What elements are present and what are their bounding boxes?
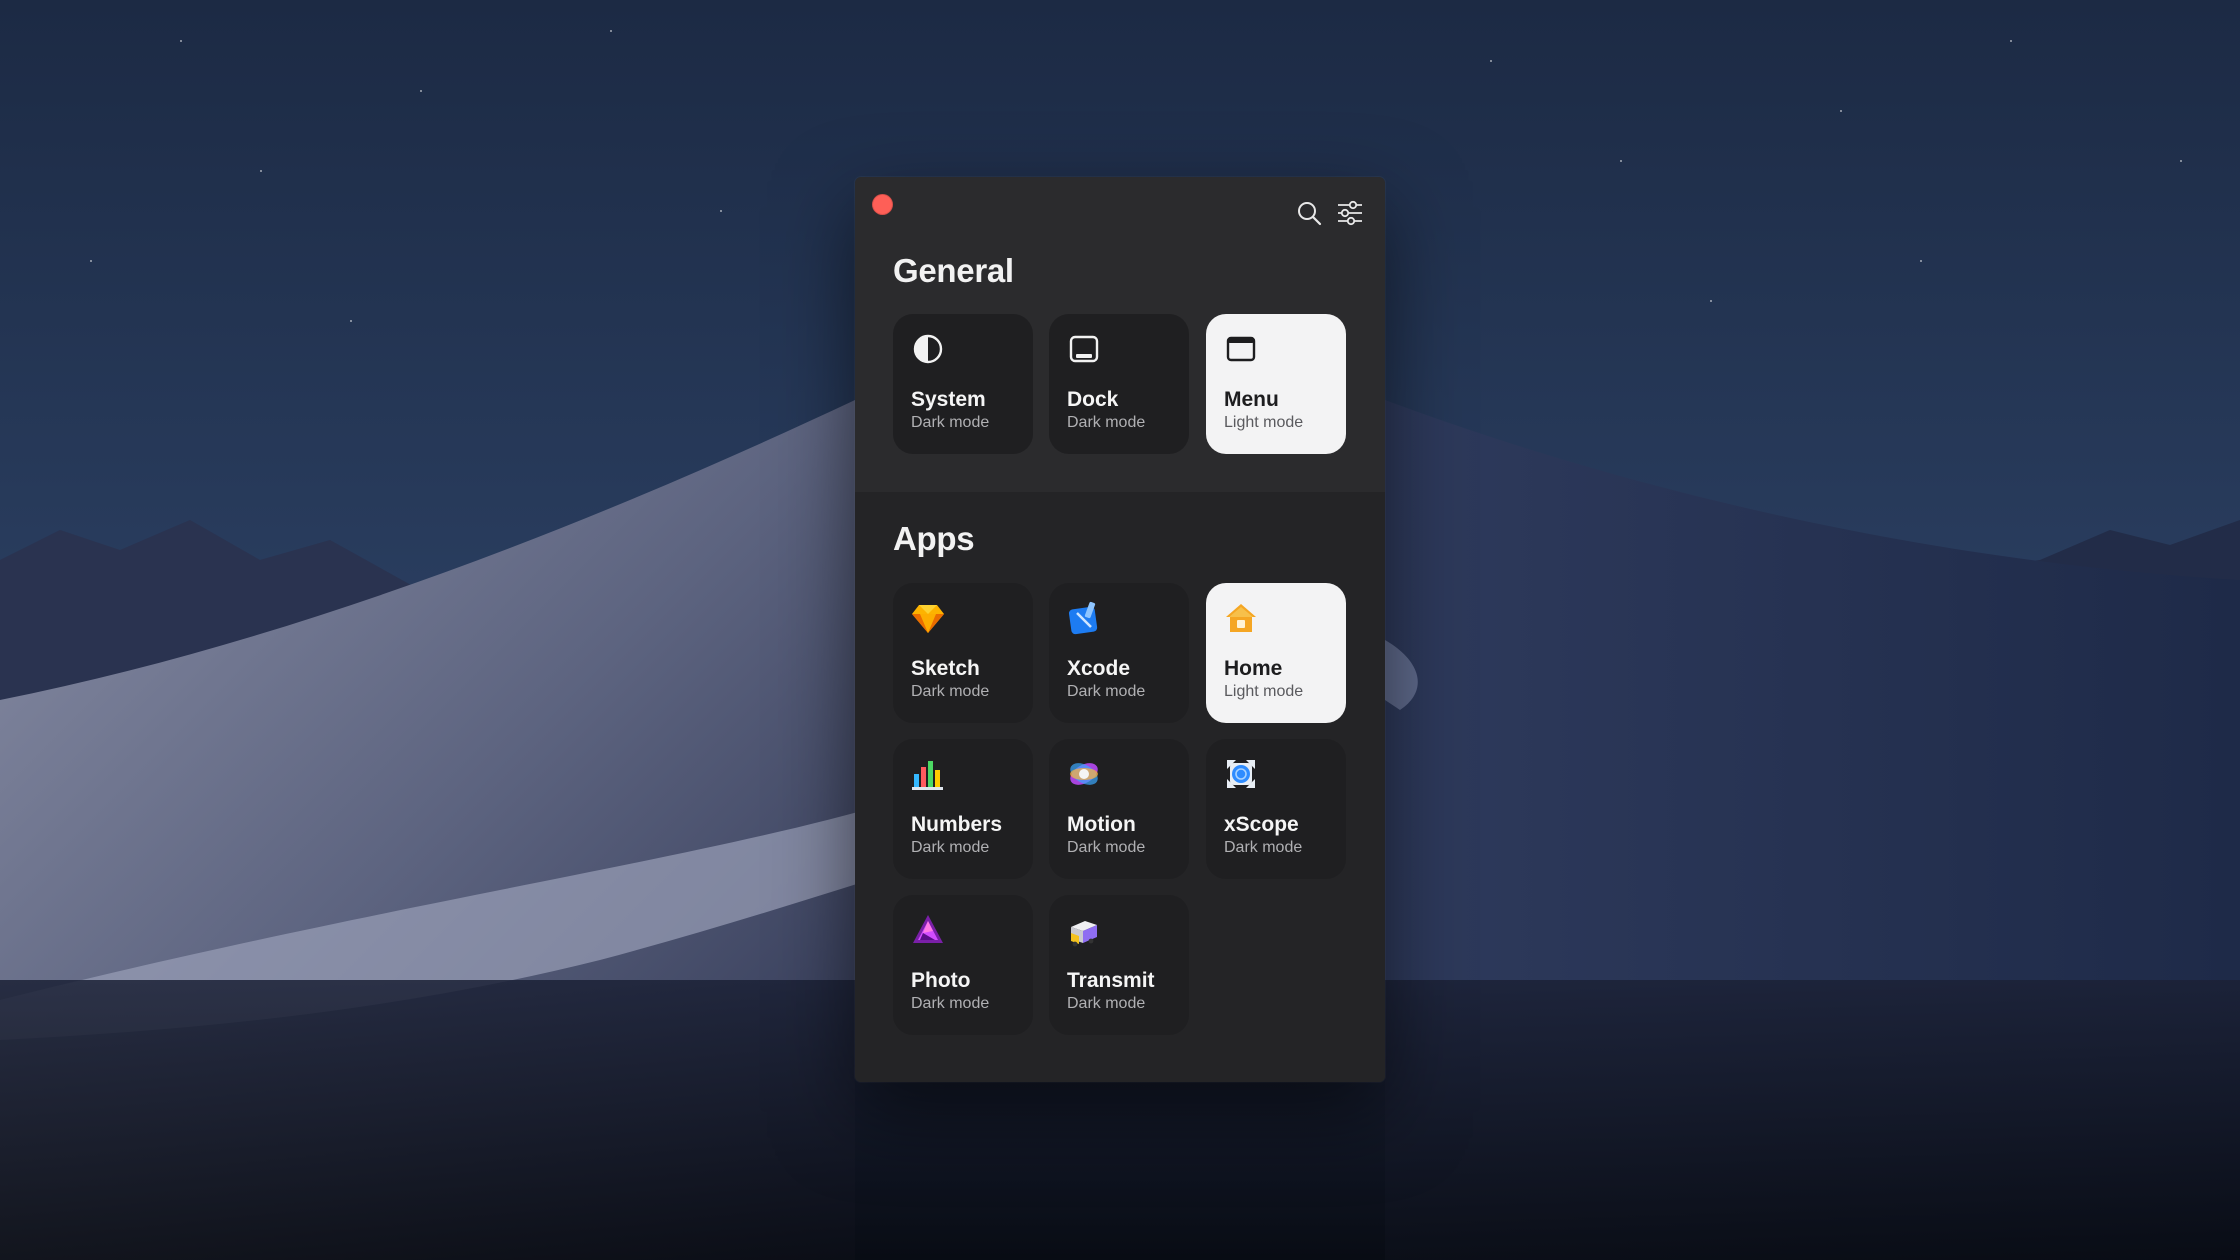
tile-mode: Dark mode [911,839,990,856]
tile-name: Xcode [1067,657,1131,680]
general-section-title: General [893,252,1014,289]
apps-section-title: Apps [893,520,975,557]
tile-dock[interactable]: Dock Dark mode [1049,314,1189,454]
tile-mode: Light mode [1224,414,1304,431]
tile-name: xScope [1224,813,1299,836]
tile-mode: Dark mode [911,683,990,700]
tile-name: Photo [911,969,971,992]
tile-sketch[interactable]: Sketch Dark mode [893,583,1033,723]
xcode-icon [1067,601,1101,635]
tile-name: Home [1224,657,1283,680]
tile-mode: Dark mode [1067,839,1146,856]
tile-motion[interactable]: Motion Dark mode [1049,739,1189,879]
affinity-photo-icon [911,913,945,947]
tile-transmit[interactable]: Transmit Dark mode [1049,895,1189,1035]
tile-home[interactable]: Home Light mode [1206,583,1346,723]
sliders-icon [1338,200,1362,226]
tile-mode: Light mode [1224,683,1304,700]
tile-mode: Dark mode [1067,683,1146,700]
half-circle-icon [911,332,945,366]
tile-name: Motion [1067,813,1136,836]
window-icon [1224,332,1258,366]
tile-numbers[interactable]: Numbers Dark mode [893,739,1033,879]
tile-name: Transmit [1067,969,1155,992]
transmit-icon [1067,913,1101,947]
tile-name: System [911,388,986,411]
tile-photo[interactable]: Photo Dark mode [893,895,1033,1035]
tile-menu[interactable]: Menu Light mode [1206,314,1346,454]
dock-icon [1067,332,1101,366]
preferences-button[interactable] [1332,195,1368,231]
tile-mode: Dark mode [1224,839,1303,856]
sketch-icon [911,601,945,635]
numbers-icon [911,757,945,791]
tile-system[interactable]: System Dark mode [893,314,1033,454]
tile-mode: Dark mode [911,995,990,1012]
tile-name: Numbers [911,813,1003,836]
close-button[interactable] [872,194,893,215]
tile-name: Sketch [911,657,980,680]
search-button[interactable] [1291,195,1327,231]
tile-xcode[interactable]: Xcode Dark mode [1049,583,1189,723]
tile-name: Menu [1224,388,1279,411]
tile-xscope[interactable]: xScope Dark mode [1206,739,1346,879]
tile-mode: Dark mode [911,414,990,431]
xscope-icon [1224,757,1258,791]
home-icon [1224,601,1258,635]
dark-mode-manager-window: General System Dark mode Dock Dark mode [855,177,1385,1082]
tile-mode: Dark mode [1067,995,1146,1012]
search-icon [1298,202,1322,226]
tile-name: Dock [1067,388,1119,411]
motion-icon [1067,757,1101,791]
tile-mode: Dark mode [1067,414,1146,431]
